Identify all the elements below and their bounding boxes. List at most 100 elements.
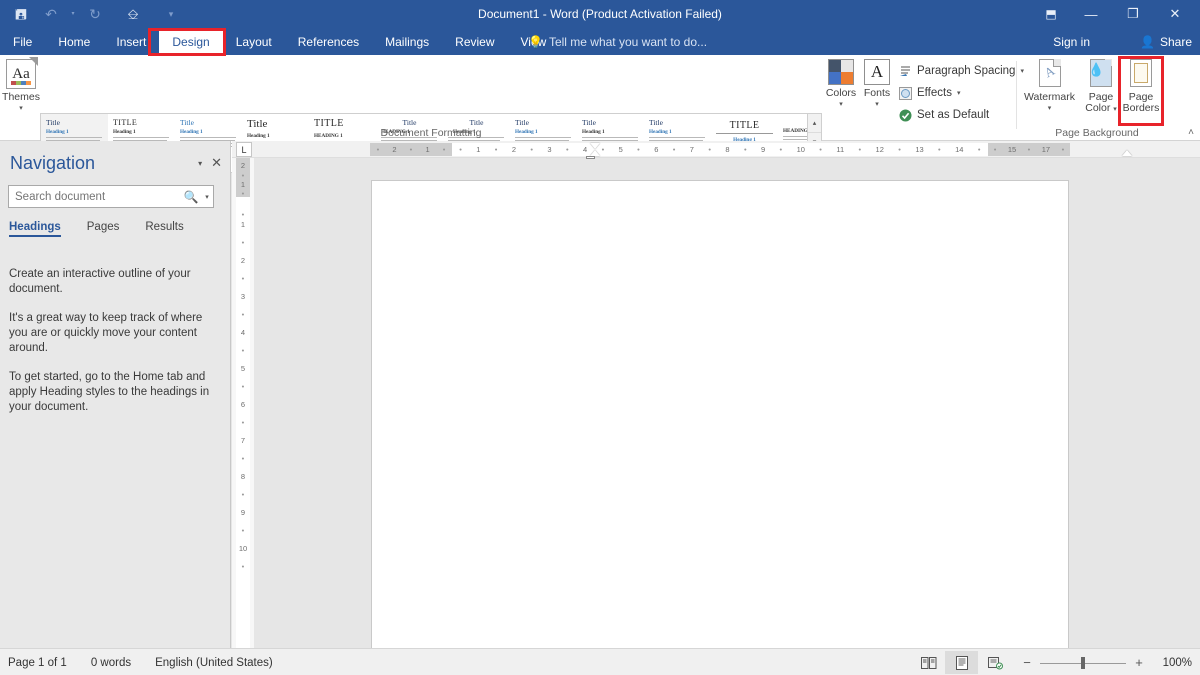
- tab-design[interactable]: Design: [159, 28, 223, 55]
- zoom-out-button[interactable]: −: [1021, 655, 1033, 670]
- tab-file[interactable]: File: [0, 28, 45, 55]
- person-share-icon: 👤: [1140, 34, 1155, 49]
- group-label-document-formatting: Document Formatting: [380, 127, 482, 139]
- search-options-chevron-icon[interactable]: ▾: [201, 193, 213, 201]
- theme-fonts-button[interactable]: A Fonts ▾: [861, 59, 893, 108]
- ruler-label: 3: [547, 145, 552, 154]
- vruler-dot: •: [241, 171, 245, 180]
- zoom-in-button[interactable]: +: [1133, 655, 1145, 670]
- share-button[interactable]: 👤 Share: [1140, 28, 1192, 55]
- page-borders-label2: Borders: [1122, 102, 1160, 114]
- search-document-box[interactable]: 🔍 ▾: [8, 185, 214, 208]
- theme-colors-label: Colors: [825, 87, 857, 99]
- effects-button[interactable]: Effects ▾: [898, 86, 960, 100]
- ruler-label: 9: [760, 145, 766, 154]
- ruler-label: 6: [654, 145, 659, 154]
- zoom-slider[interactable]: [1040, 656, 1126, 669]
- gallery-item-title: Title: [582, 118, 596, 127]
- vruler-dot: •: [241, 526, 245, 535]
- ribbon-display-options-icon[interactable]: ⬒: [1032, 0, 1070, 28]
- chevron-down-icon[interactable]: ▾: [1113, 106, 1117, 113]
- nav-help-line-3: To get started, go to the Home tab and a…: [9, 371, 210, 413]
- chevron-down-icon[interactable]: ▾: [19, 104, 23, 112]
- vruler-dot: •: [241, 274, 245, 283]
- status-left: Page 1 of 1 0 words English (United Stat…: [8, 649, 273, 675]
- word-count[interactable]: 0 words: [91, 657, 131, 669]
- ruler-label: 11: [836, 145, 845, 154]
- ruler-text-column: • 1 • 2 • 3 • 4 • 5 • 6 • 7 • 8 • 9 • 10…: [452, 143, 988, 156]
- document-page[interactable]: [371, 180, 1069, 675]
- effects-label: Effects: [917, 87, 952, 99]
- left-indent-marker[interactable]: [586, 156, 595, 159]
- ribbon-group-themes: Aa Themes ▾: [0, 55, 42, 141]
- print-layout-button[interactable]: [945, 651, 978, 674]
- nav-tab-results[interactable]: Results: [145, 221, 183, 237]
- chevron-down-icon[interactable]: ▾: [875, 100, 879, 108]
- tab-stop-selector[interactable]: L: [236, 142, 252, 157]
- vruler-label: 2: [240, 256, 246, 265]
- sign-in-button[interactable]: Sign in: [1053, 28, 1090, 55]
- tab-insert[interactable]: Insert: [103, 28, 159, 55]
- ruler-label: 4: [583, 145, 588, 154]
- ruler-dot: •: [494, 145, 498, 154]
- collapse-ribbon-icon[interactable]: ˄: [1188, 127, 1194, 138]
- search-icon[interactable]: 🔍: [181, 190, 201, 204]
- themes-button[interactable]: Aa Themes ▾: [0, 57, 42, 112]
- tab-mailings[interactable]: Mailings: [372, 28, 442, 55]
- gallery-item-title: Title: [402, 118, 417, 127]
- search-input[interactable]: [9, 190, 181, 203]
- zoom-level[interactable]: 100%: [1160, 657, 1192, 669]
- set-as-default-button[interactable]: Set as Default: [898, 108, 989, 122]
- page-count[interactable]: Page 1 of 1: [8, 657, 67, 669]
- chevron-down-icon[interactable]: ▾: [957, 89, 961, 97]
- word-window: 🖪 ↶ ▾ ↻ ⎒ ▾ Document1 - Word (Product Ac…: [0, 0, 1200, 675]
- tab-review[interactable]: Review: [442, 28, 507, 55]
- gallery-item-title: Title: [46, 118, 60, 127]
- ruler-label: 8: [725, 145, 730, 154]
- read-mode-button[interactable]: [912, 651, 945, 674]
- page-borders-button[interactable]: Page Borders: [1118, 59, 1164, 114]
- horizontal-ruler[interactable]: L • 2 • 1 • • 1 • 2 • 3 • 4 • 5 • 6 • 7 …: [232, 141, 1200, 159]
- vertical-ruler[interactable]: 2 • 1 • • 1 • 2 • 3 • 4 • 5 • 6 • 7 • 8 …: [232, 158, 254, 648]
- ruler-dot: •: [1061, 145, 1065, 154]
- nav-tab-headings[interactable]: Headings: [9, 221, 61, 237]
- status-right: − + 100%: [912, 649, 1192, 675]
- ruler-dot: •: [743, 145, 747, 154]
- group-label-page-background: Page Background: [1055, 127, 1139, 139]
- restore-button[interactable]: ❐: [1112, 0, 1154, 28]
- right-indent-marker[interactable]: [1122, 150, 1132, 156]
- close-button[interactable]: ✕: [1154, 0, 1196, 28]
- chevron-down-icon[interactable]: ▾: [1048, 104, 1052, 112]
- web-layout-button[interactable]: [978, 651, 1011, 674]
- first-line-indent-marker[interactable]: [590, 143, 600, 149]
- theme-colors-icon: [828, 59, 854, 85]
- ribbon-group-colors: Colors ▾: [824, 55, 858, 141]
- gallery-item-title: Title: [469, 118, 484, 127]
- tab-home[interactable]: Home: [45, 28, 103, 55]
- paragraph-spacing-button[interactable]: Paragraph Spacing ▾: [898, 64, 1024, 78]
- theme-colors-button[interactable]: Colors ▾: [824, 59, 858, 108]
- nav-tab-pages[interactable]: Pages: [87, 221, 120, 237]
- tab-references[interactable]: References: [285, 28, 372, 55]
- chevron-down-icon[interactable]: ▾: [839, 100, 843, 108]
- vruler-dot: •: [241, 238, 245, 247]
- tell-me-box[interactable]: 💡 Tell me what you want to do...: [528, 28, 707, 55]
- paragraph-spacing-label: Paragraph Spacing: [917, 65, 1016, 77]
- navigation-title: Navigation: [10, 153, 96, 173]
- watermark-button[interactable]: A Watermark ▾: [1022, 59, 1077, 112]
- navigation-empty-text: Create an interactive outline of your do…: [9, 267, 224, 429]
- zoom-control: − + 100%: [1021, 655, 1192, 670]
- ribbon-tabs: File Home Insert Design Layout Reference…: [0, 28, 559, 55]
- set-as-default-label: Set as Default: [917, 109, 990, 121]
- watermark-icon: A: [1036, 59, 1064, 89]
- language-indicator[interactable]: English (United States): [155, 657, 273, 669]
- close-icon[interactable]: ✕: [211, 155, 222, 171]
- ruler-dot: •: [898, 145, 901, 154]
- themes-icon-corner: [29, 57, 38, 66]
- vruler-label: 10: [238, 544, 248, 553]
- vruler-label: 3: [240, 292, 246, 301]
- chevron-down-icon[interactable]: ▾: [198, 159, 202, 168]
- zoom-slider-thumb[interactable]: [1081, 656, 1086, 669]
- tab-layout[interactable]: Layout: [223, 28, 285, 55]
- minimize-button[interactable]: —: [1070, 0, 1112, 28]
